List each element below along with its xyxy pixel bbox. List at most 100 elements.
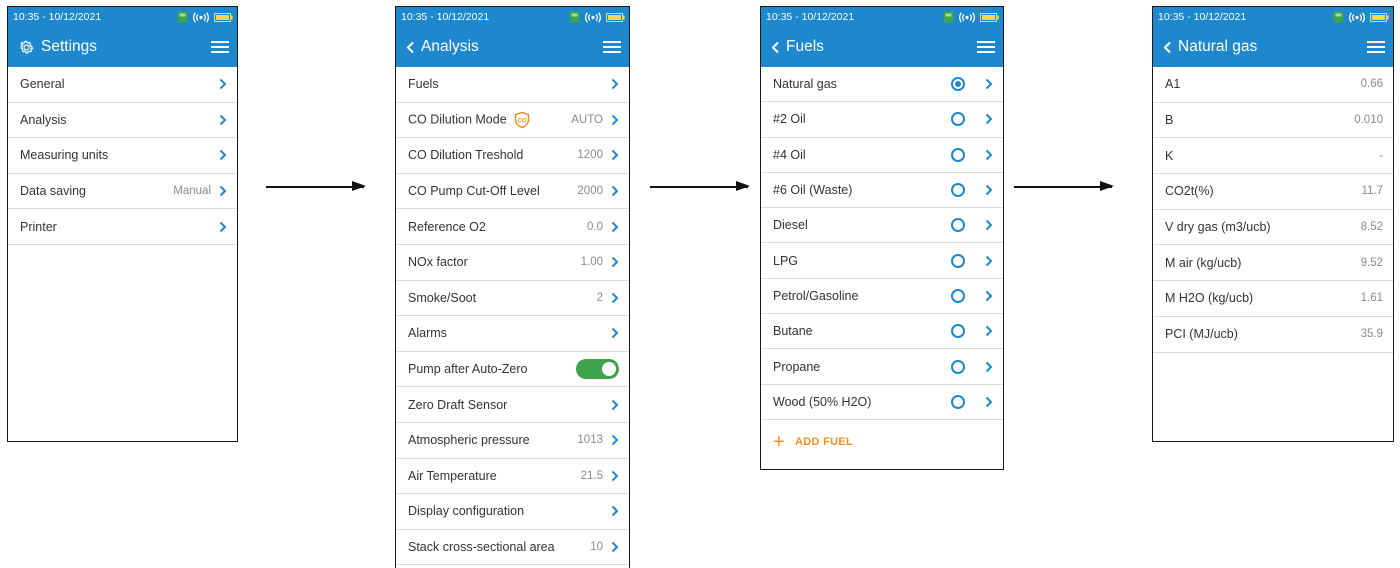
fuel-radio[interactable] [951,147,965,162]
analysis-item-co-pump-cutoff[interactable]: CO Pump Cut-Off Level 2000 [396,174,629,210]
settings-item-general[interactable]: General [8,67,237,103]
menu-icon[interactable] [977,40,995,54]
analysis-item-zero-draft-sensor[interactable]: Zero Draft Sensor [396,387,629,423]
fuel-radio[interactable] [951,253,965,268]
back-chevron-icon[interactable] [406,41,415,54]
row-value: 9.52 [1360,256,1383,269]
fuel-radio[interactable] [951,324,965,339]
analysis-item-stack-area[interactable]: Stack cross-sectional area 10 [396,530,629,566]
fuels-list: Natural gas #2 Oil #4 Oil #6 Oil (Waste)… [761,67,1003,464]
battery-icon [1370,12,1389,22]
analysis-item-display-configuration[interactable]: Display configuration [396,494,629,530]
analysis-item-atmospheric-pressure[interactable]: Atmospheric pressure 1013 [396,423,629,459]
row-label: A1 [1165,77,1181,92]
row-label: Fuels [408,77,439,92]
chevron-right-icon [611,185,619,197]
row-label: Printer [20,219,57,234]
chevron-right-icon [985,184,993,196]
fuel-item-lpg[interactable]: LPG [761,243,1003,279]
add-fuel-label: ADD FUEL [794,435,853,448]
chevron-right-icon [219,79,227,90]
fuel-item-diesel[interactable]: Diesel [761,208,1003,244]
chevron-right-icon [611,79,619,90]
chevron-right-icon [985,326,993,337]
row-value: 1200 [577,149,603,162]
app-header: 10:35 - 10/12/2021 Fuels [761,7,1003,67]
row-label: Smoke/Soot [408,290,477,305]
fuel-item-wood[interactable]: Wood (50% H2O) [761,385,1003,420]
settings-item-data-saving[interactable]: Data saving Manual [8,174,237,210]
chevron-right-icon [611,399,619,410]
menu-icon[interactable] [603,40,621,54]
add-fuel-button[interactable]: + ADD FUEL [761,420,1003,464]
fuel-radio[interactable] [951,112,965,127]
row-label: B [1165,113,1174,128]
row-value: 35.9 [1360,328,1383,341]
analysis-item-fuels[interactable]: Fuels [396,67,629,103]
row-value: 2 [596,291,603,304]
wireless-signal-icon [959,11,975,23]
fuel-radio-selected[interactable] [951,77,965,92]
chevron-right-icon [611,221,619,232]
device-connected-icon [943,11,954,23]
analysis-item-smoke-soot[interactable]: Smoke/Soot 2 [396,281,629,317]
device-connected-icon [177,11,188,23]
fuel-item-butane[interactable]: Butane [761,314,1003,350]
menu-icon[interactable] [1367,40,1385,54]
battery-icon [606,12,625,22]
fuel-radio[interactable] [951,394,965,409]
analysis-item-nox-factor[interactable]: NOx factor 1.00 [396,245,629,281]
chevron-right-icon [985,396,993,408]
fuel-radio[interactable] [951,183,965,198]
chevron-right-icon [611,470,619,482]
analysis-item-co-dilution-mode[interactable]: CO Dilution Mode CO AUTO [396,103,629,139]
fuel-item-petrol-gasoline[interactable]: Petrol/Gasoline [761,279,1003,315]
device-connected-icon [1333,11,1344,23]
row-label: M H2O (kg/ucb) [1165,291,1254,306]
analysis-item-reference-o2[interactable]: Reference O2 0.0 [396,209,629,245]
row-label: #4 Oil [773,147,806,162]
row-label: Petrol/Gasoline [773,288,859,303]
settings-item-printer[interactable]: Printer [8,209,237,245]
chevron-right-icon [985,78,993,90]
back-chevron-icon[interactable] [771,41,780,54]
row-label: Data saving [20,184,87,199]
row-label: Display configuration [408,504,525,519]
param-row-v-dry-gas: V dry gas (m3/ucb) 8.52 [1153,210,1393,246]
pump-after-autozero-toggle[interactable] [576,359,619,380]
row-value: 1.00 [580,256,603,269]
fuel-item-propane[interactable]: Propane [761,349,1003,385]
fuel-item-2-oil[interactable]: #2 Oil [761,102,1003,138]
analysis-item-co-dilution-treshold[interactable]: CO Dilution Treshold 1200 [396,138,629,174]
param-row-co2t: CO2t(%) 11.7 [1153,174,1393,210]
fuel-item-6-oil-waste[interactable]: #6 Oil (Waste) [761,173,1003,209]
row-label: CO Pump Cut-Off Level [408,184,540,199]
settings-item-analysis[interactable]: Analysis [8,103,237,139]
status-bar: 10:35 - 10/12/2021 [8,7,237,27]
fuel-item-4-oil[interactable]: #4 Oil [761,138,1003,173]
co-shield-icon: CO [514,111,529,129]
param-row-a1: A1 0.66 [1153,67,1393,103]
chevron-right-icon [611,150,619,161]
row-label: V dry gas (m3/ucb) [1165,220,1271,235]
back-chevron-icon[interactable] [1163,41,1172,54]
settings-item-measuring-units[interactable]: Measuring units [8,138,237,174]
fuel-item-natural-gas[interactable]: Natural gas [761,67,1003,103]
row-value: 1.61 [1360,292,1383,305]
menu-icon[interactable] [211,40,229,54]
chevron-right-icon [985,220,993,231]
page-title: Settings [41,38,98,55]
analysis-item-alarms[interactable]: Alarms [396,316,629,352]
row-value: Manual [173,185,211,198]
gear-icon [20,40,34,53]
row-label: CO Dilution Treshold [408,148,524,163]
fuel-radio[interactable] [951,218,965,233]
row-label: M air (kg/ucb) [1165,255,1242,270]
settings-screen: 10:35 - 10/12/2021 Settings General Anal… [7,6,238,442]
status-time: 10:35 - 10/12/2021 [401,11,490,23]
fuel-radio[interactable] [951,288,965,303]
natural-gas-params: A1 0.66 B 0.010 K- CO2t(%) 11.7 V dry gas (… [1153,67,1393,353]
fuel-radio[interactable] [951,359,965,374]
battery-icon [980,12,999,22]
analysis-item-air-temperature[interactable]: Air Temperature 21.5 [396,459,629,495]
